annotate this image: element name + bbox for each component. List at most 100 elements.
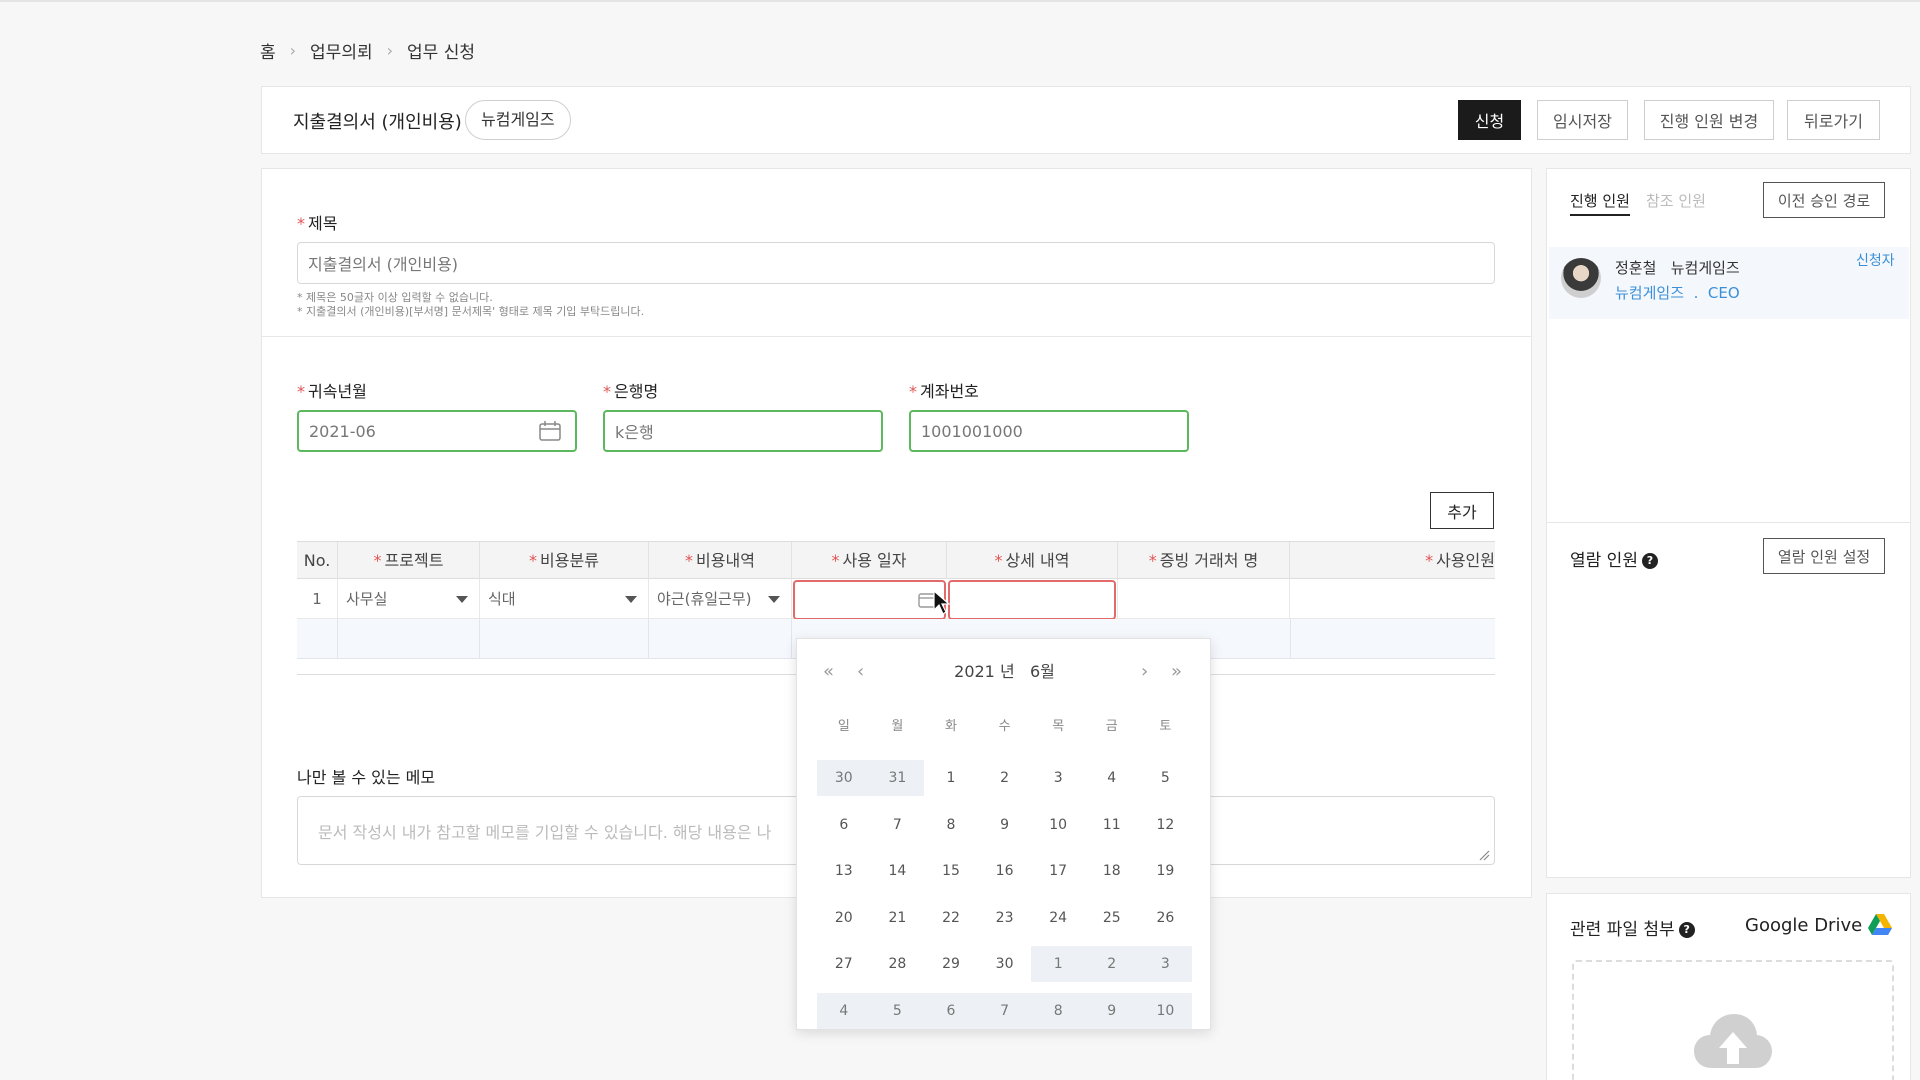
calendar-day[interactable]: 21 [871, 895, 925, 942]
calendar-day[interactable]: 30 [978, 941, 1032, 988]
people-cell[interactable] [1290, 579, 1495, 619]
add-row-button[interactable]: 추가 [1430, 492, 1494, 529]
next-year-icon[interactable]: » [1171, 657, 1182, 687]
calendar-day-outside-month[interactable]: 31 [870, 755, 925, 802]
bank-label: * 은행명 [603, 382, 659, 401]
bank-input[interactable]: k은행 [603, 410, 883, 452]
calendar-day[interactable]: 15 [924, 848, 978, 895]
calendar-day-label: 9 [1000, 816, 1010, 833]
calendar-day-label: 25 [1102, 909, 1121, 926]
calendar-day[interactable]: 9 [978, 802, 1032, 849]
calendar-day[interactable]: 22 [924, 895, 978, 942]
col-date: * 사용 일자 [792, 542, 947, 580]
calendar-day[interactable]: 16 [978, 848, 1032, 895]
previous-route-button[interactable]: 이전 승인 경로 [1763, 182, 1885, 218]
weekday-label: 토 [1159, 719, 1172, 734]
prev-year-icon[interactable]: « [823, 657, 834, 687]
file-drop-zone[interactable] [1572, 960, 1894, 1080]
project-select[interactable]: 사무실 [338, 579, 480, 619]
google-drive-button[interactable]: Google Drive [1745, 914, 1893, 936]
calendar-day-outside-month[interactable]: 10 [1138, 988, 1193, 1035]
calendar-day[interactable]: 8 [924, 802, 978, 849]
account-input[interactable]: 1001001000 [909, 410, 1189, 452]
calendar-day-outside-month[interactable]: 2 [1084, 941, 1139, 988]
calendar-day-label: 7 [977, 992, 1032, 1029]
calendar-day-outside-month[interactable]: 7 [977, 988, 1032, 1035]
breadcrumb-request[interactable]: 업무의뢰 [310, 38, 373, 63]
vendor-cell[interactable] [1118, 579, 1290, 619]
period-input[interactable]: 2021-06 [297, 410, 577, 452]
calendar-day[interactable]: 12 [1139, 802, 1193, 849]
help-icon[interactable]: ? [1678, 922, 1695, 938]
calendar-day[interactable]: 17 [1031, 848, 1085, 895]
table-cell [480, 619, 649, 659]
calendar-day-label: 5 [1160, 770, 1170, 787]
date-picker-month[interactable]: 6월 [1030, 662, 1055, 681]
document-title: 지출결의서 (개인비용) [293, 112, 462, 133]
help-icon[interactable]: ? [1641, 553, 1658, 569]
change-approvers-button[interactable]: 진행 인원 변경 [1644, 100, 1774, 140]
tab-approvers[interactable]: 진행 인원 [1570, 190, 1630, 216]
calendar-day-outside-month[interactable]: 8 [1031, 988, 1085, 1035]
approver-role: CEO [1707, 284, 1740, 302]
calendar-day-outside-month[interactable]: 4 [817, 988, 871, 1035]
resize-handle-icon[interactable] [1478, 849, 1490, 861]
calendar-day[interactable]: 7 [871, 802, 925, 849]
draft-save-button[interactable]: 임시저장 [1537, 100, 1628, 140]
detail-value: 야근(휴일근무) [657, 590, 752, 608]
calendar-day[interactable]: 24 [1031, 895, 1085, 942]
upload-cloud-icon [1694, 1014, 1772, 1068]
calendar-day[interactable]: 26 [1139, 895, 1193, 942]
calendar-icon[interactable] [539, 421, 561, 441]
breadcrumb: 홈 › 업무의뢰 › 업무 신청 [260, 38, 475, 63]
calendar-day[interactable]: 11 [1085, 802, 1139, 849]
tab-references[interactable]: 참조 인원 [1646, 190, 1706, 211]
date-input[interactable] [793, 580, 946, 620]
calendar-day[interactable]: 10 [1031, 802, 1085, 849]
requester-badge: 신청자 [1856, 253, 1895, 269]
calendar-day[interactable]: 14 [871, 848, 925, 895]
calendar-day[interactable]: 20 [817, 895, 871, 942]
calendar-day[interactable]: 13 [817, 848, 871, 895]
detail-select[interactable]: 야근(휴일근무) [649, 579, 792, 619]
calendar-day-outside-month[interactable]: 3 [1138, 941, 1193, 988]
account-label: * 계좌번호 [909, 382, 979, 401]
calendar-day[interactable]: 27 [817, 941, 871, 988]
next-month-icon[interactable]: › [1141, 657, 1148, 687]
breadcrumb-home[interactable]: 홈 [260, 38, 276, 63]
google-drive-label: Google Drive [1745, 914, 1863, 936]
weekday-label: 월 [891, 719, 904, 734]
calendar-day[interactable]: 25 [1085, 895, 1139, 942]
calendar-day[interactable]: 29 [924, 941, 978, 988]
calendar-day-outside-month[interactable]: 1 [1031, 941, 1085, 988]
calendar-day[interactable]: 1 [924, 755, 978, 802]
calendar-day-outside-month[interactable]: 5 [870, 988, 925, 1035]
calendar-day[interactable]: 3 [1031, 755, 1085, 802]
calendar-day[interactable]: 23 [978, 895, 1032, 942]
col-project: * 프로젝트 [338, 542, 480, 580]
calendar-day[interactable]: 28 [871, 941, 925, 988]
calendar-day-outside-month[interactable]: 9 [1084, 988, 1139, 1035]
back-button[interactable]: 뒤로가기 [1787, 100, 1880, 140]
calendar-day[interactable]: 18 [1085, 848, 1139, 895]
description-input[interactable] [948, 580, 1116, 620]
calendar-day-label: 2 [1084, 946, 1139, 983]
period-value: 2021-06 [309, 421, 376, 441]
calendar-day[interactable]: 6 [817, 802, 871, 849]
calendar-day-label: 2 [1000, 770, 1010, 787]
calendar-day[interactable]: 4 [1085, 755, 1139, 802]
approver-name-line: 정훈철 뉴컴게임즈 [1615, 257, 1740, 278]
date-picker-year[interactable]: 2021 년 [954, 662, 1015, 681]
calendar-day[interactable]: 2 [978, 755, 1032, 802]
submit-button[interactable]: 신청 [1458, 100, 1521, 140]
calendar-day[interactable]: 5 [1139, 755, 1193, 802]
calendar-day-outside-month[interactable]: 6 [924, 988, 978, 1035]
category-select[interactable]: 식대 [480, 579, 649, 619]
calendar-day-label: 4 [1107, 770, 1117, 787]
calendar-day[interactable]: 19 [1139, 848, 1193, 895]
viewer-settings-button[interactable]: 열람 인원 설정 [1763, 538, 1885, 574]
calendar-day-outside-month[interactable]: 30 [817, 755, 871, 802]
prev-month-icon[interactable]: ‹ [857, 657, 864, 687]
title-input[interactable]: 지출결의서 (개인비용) [297, 242, 1495, 284]
dropdown-arrow-icon [625, 596, 637, 603]
